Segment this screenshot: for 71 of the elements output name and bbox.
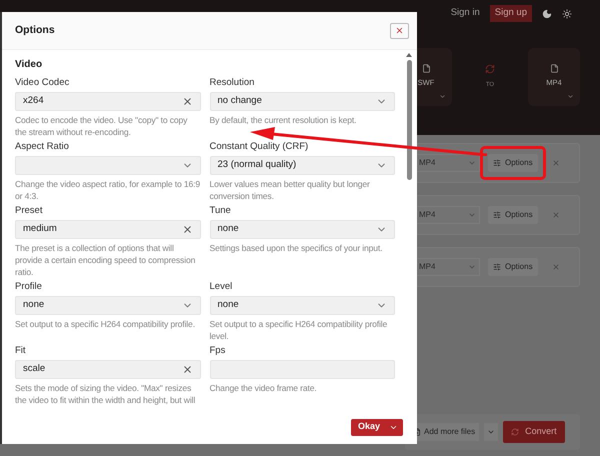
okay-button[interactable]: Okay (350, 418, 403, 436)
chevron-down-icon (468, 263, 476, 271)
chevron-down-icon (487, 428, 496, 436)
moon-icon[interactable] (542, 8, 552, 18)
options-button[interactable]: Options (488, 154, 538, 172)
input-field[interactable]: scale (15, 360, 200, 379)
select-field[interactable]: none (210, 220, 395, 239)
field-label: Video Codec (15, 77, 70, 89)
help-text: Lower values mean better quality but longer conversion times. (210, 178, 371, 202)
options-button[interactable]: Options (488, 258, 538, 276)
input-field[interactable] (210, 360, 395, 379)
select-field[interactable]: none (15, 296, 200, 315)
help-text: Change the video frame rate. (210, 382, 318, 394)
field-label: Tune (210, 205, 232, 217)
select-field[interactable] (15, 156, 200, 175)
help-text: Change the video aspect ratio, for example to 16:9 or 4:3. (15, 178, 200, 202)
field-label: Constant Quality (CRF) (210, 141, 310, 153)
help-text: Sets the mode of sizing the video. "Max" resizes the video to fit within the width and height, but will (15, 382, 196, 406)
sign-up-button[interactable]: Sign up (490, 5, 532, 22)
remove-icon[interactable] (552, 159, 560, 167)
clear-icon[interactable] (182, 364, 192, 375)
convert-icon (511, 428, 520, 436)
file-icon (550, 64, 558, 73)
help-text: By default, the current resolution is kept. (210, 114, 358, 126)
chevron-down-icon (439, 93, 446, 100)
remove-icon[interactable] (552, 263, 560, 271)
sign-in-link[interactable]: Sign in (450, 6, 480, 21)
chevron-down-icon (468, 211, 476, 219)
help-text: Set output to a specific H264 compatibility profile. (15, 318, 196, 330)
dialog-title: Options (15, 22, 55, 38)
convert-button[interactable]: Convert (503, 421, 565, 443)
clear-icon[interactable] (182, 96, 192, 107)
close-icon (395, 26, 404, 35)
field-value: none (23, 298, 44, 312)
convert-icon (485, 64, 495, 74)
help-text: Codec to encode the video. Use "copy" to copy the stream without re-encoding. (15, 114, 188, 138)
field-label: Fit (15, 345, 27, 357)
options-button[interactable]: Options (488, 206, 538, 224)
field-label: Fps (210, 345, 226, 357)
help-text: Settings based upon the specifics of your input. (210, 242, 384, 254)
select-field[interactable]: none (210, 296, 395, 315)
field-label: Preset (15, 205, 44, 217)
input-field[interactable]: medium (15, 220, 200, 239)
sliders-icon (493, 263, 501, 271)
field-value: medium (23, 222, 57, 236)
field-value: none (218, 222, 239, 236)
field-value: no change (218, 94, 262, 108)
field-value: x264 (23, 94, 44, 108)
sliders-icon (493, 159, 501, 167)
field-label: Level (210, 281, 234, 293)
dropdown-button[interactable] (484, 423, 498, 441)
field-value: 23 (normal quality) (218, 158, 296, 172)
field-value: scale (23, 362, 46, 376)
sliders-icon (493, 211, 501, 219)
help-text: Set output to a specific H264 compatibility profile level. (210, 318, 388, 342)
sun-icon[interactable] (562, 8, 572, 18)
select-field[interactable]: 23 (normal quality) (210, 156, 395, 175)
select-field[interactable]: no change (210, 92, 395, 111)
field-value: none (218, 298, 239, 312)
chevron-down-icon (468, 159, 476, 167)
remove-icon[interactable] (552, 211, 560, 219)
file-icon (422, 64, 430, 73)
close-button[interactable] (390, 22, 409, 38)
clear-icon[interactable] (182, 224, 192, 235)
chevron-down-icon (567, 93, 574, 100)
field-label: Profile (15, 281, 43, 293)
input-field[interactable]: x264 (15, 92, 200, 111)
field-label: Resolution (210, 77, 256, 89)
section-heading: Video (15, 58, 44, 72)
help-text: The preset is a collection of options that will provide a certain encoding speed to compression ratio. (15, 242, 196, 278)
field-label: Aspect Ratio (15, 141, 70, 153)
